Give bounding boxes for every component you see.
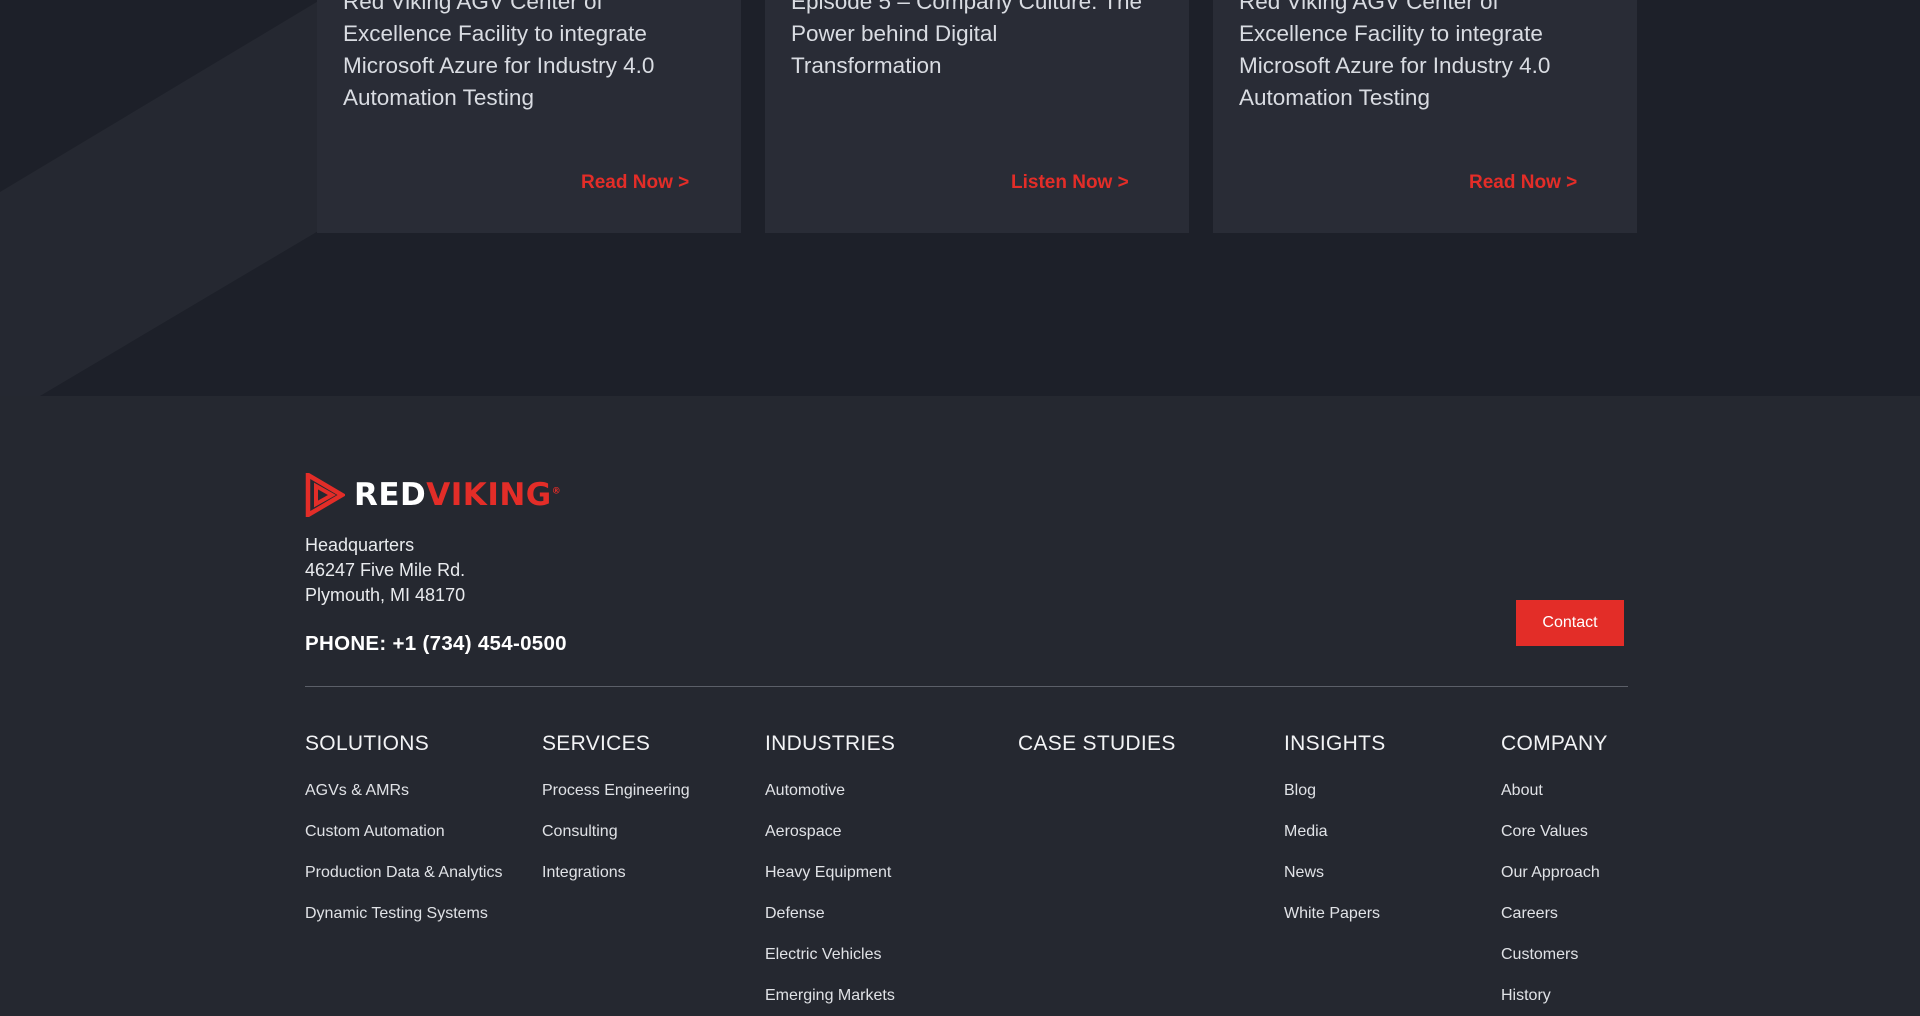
footer-link[interactable]: Defense (765, 893, 895, 934)
registered-mark: ® (551, 486, 562, 497)
footer-link[interactable]: Production Data & Analytics (305, 852, 502, 893)
footer-link[interactable]: News (1284, 852, 1386, 893)
read-now-link[interactable]: Read Now > (1469, 172, 1577, 194)
headquarters-address: Headquarters 46247 Five Mile Rd. Plymout… (305, 533, 465, 608)
article-card[interactable]: Red Viking AGV Center of Excellence Faci… (1213, 0, 1637, 233)
footer-link[interactable]: Emerging Markets (765, 975, 895, 1016)
logo-wordmark: REDVIKING® (354, 477, 561, 513)
insights-section: Red Viking AGV Center of Excellence Faci… (0, 0, 1920, 396)
footer-link[interactable]: White Papers (1284, 893, 1386, 934)
column-heading[interactable]: COMPANY (1501, 732, 1608, 756)
footer-link[interactable]: Automotive (765, 770, 895, 811)
footer-link[interactable]: Media (1284, 811, 1386, 852)
article-card[interactable]: Red Viking AGV Center of Excellence Faci… (317, 0, 741, 233)
footer-link[interactable]: Our Approach (1501, 852, 1608, 893)
footer-link[interactable]: Aerospace (765, 811, 895, 852)
footer-link[interactable]: Core Values (1501, 811, 1608, 852)
card-title: Episode 5 – Company Culture: The Power b… (791, 0, 1143, 78)
footer-divider (305, 686, 1628, 687)
phone-number[interactable]: PHONE: +1 (734) 454-0500 (305, 632, 567, 656)
site-footer: REDVIKING® Headquarters 46247 Five Mile … (0, 396, 1920, 1004)
listen-now-link[interactable]: Listen Now > (1011, 172, 1129, 194)
address-label: Headquarters (305, 535, 415, 555)
address-city: Plymouth, MI 48170 (305, 585, 466, 605)
footer-link[interactable]: Integrations (542, 852, 690, 893)
column-heading[interactable]: INDUSTRIES (765, 732, 895, 756)
address-street: 46247 Five Mile Rd. (305, 560, 466, 580)
footer-column-industries: INDUSTRIES Automotive Aerospace Heavy Eq… (765, 732, 895, 1016)
column-heading[interactable]: CASE STUDIES (1018, 732, 1176, 756)
column-heading[interactable]: SOLUTIONS (305, 732, 502, 756)
logo-mark-icon (305, 473, 345, 517)
footer-link[interactable]: Heavy Equipment (765, 852, 895, 893)
footer-link[interactable]: Consulting (542, 811, 690, 852)
footer-column-services: SERVICES Process Engineering Consulting … (542, 732, 690, 893)
column-heading[interactable]: INSIGHTS (1284, 732, 1386, 756)
card-title: Red Viking AGV Center of Excellence Faci… (1239, 0, 1551, 110)
card-title: Red Viking AGV Center of Excellence Faci… (343, 0, 655, 110)
footer-link[interactable]: Blog (1284, 770, 1386, 811)
footer-link[interactable]: Custom Automation (305, 811, 502, 852)
redviking-logo[interactable]: REDVIKING® (305, 470, 561, 520)
contact-button[interactable]: Contact (1516, 600, 1624, 646)
footer-link[interactable]: Process Engineering (542, 770, 690, 811)
footer-column-case-studies: CASE STUDIES (1018, 732, 1176, 770)
footer-link[interactable]: History (1501, 975, 1608, 1016)
footer-link[interactable]: Careers (1501, 893, 1608, 934)
logo-word-viking: VIKING (426, 477, 552, 513)
footer-link[interactable]: About (1501, 770, 1608, 811)
footer-column-insights: INSIGHTS Blog Media News White Papers (1284, 732, 1386, 934)
read-now-link[interactable]: Read Now > (581, 172, 689, 194)
footer-link[interactable]: Electric Vehicles (765, 934, 895, 975)
column-heading[interactable]: SERVICES (542, 732, 690, 756)
footer-link[interactable]: Customers (1501, 934, 1608, 975)
podcast-card[interactable]: Episode 5 – Company Culture: The Power b… (765, 0, 1189, 233)
footer-link[interactable]: AGVs & AMRs (305, 770, 502, 811)
logo-word-red: RED (354, 477, 427, 513)
footer-column-company: COMPANY About Core Values Our Approach C… (1501, 732, 1608, 1016)
footer-link[interactable]: Dynamic Testing Systems (305, 893, 502, 934)
footer-column-solutions: SOLUTIONS AGVs & AMRs Custom Automation … (305, 732, 502, 934)
